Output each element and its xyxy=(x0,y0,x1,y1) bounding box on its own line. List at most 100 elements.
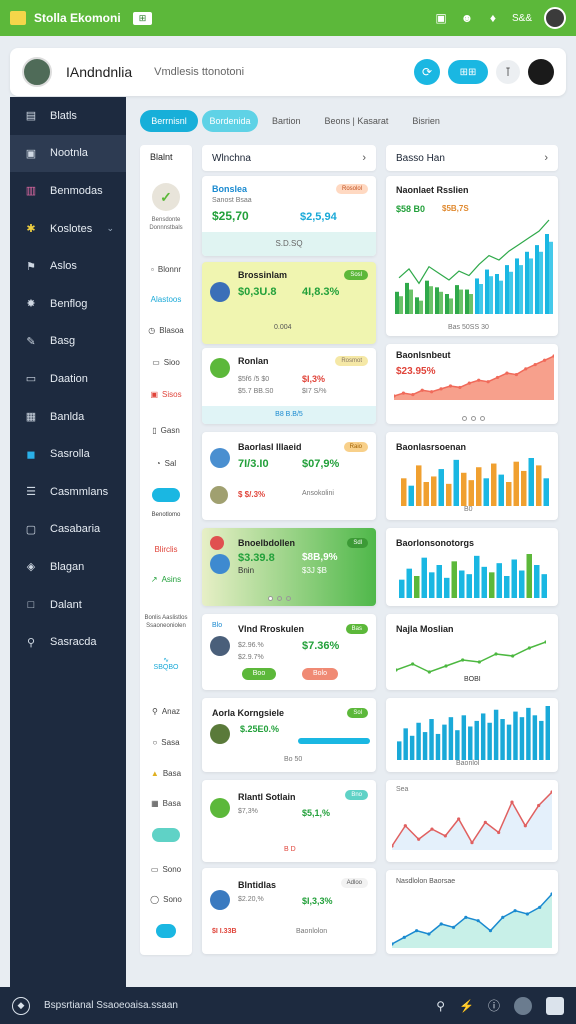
user-avatar[interactable] xyxy=(544,7,566,29)
stat-card[interactable]: Blo Vlnd Rroskulen Bas $2.96.% $7.36% $2… xyxy=(202,614,376,690)
home-icon[interactable]: ◆ xyxy=(12,996,30,1015)
right-header-label: Basso Han xyxy=(396,152,445,164)
bar xyxy=(521,470,527,506)
left-item[interactable]: ▫ Blonnr xyxy=(140,263,192,275)
profile-avatar[interactable] xyxy=(22,57,52,87)
chart-card[interactable]: Baonlol xyxy=(386,698,558,772)
sidebar-item[interactable]: □ Dalant xyxy=(10,586,126,624)
screen-icon[interactable]: ▣ xyxy=(434,11,448,25)
stat-card[interactable]: Brossinlam Sosl $0,3U.8 4I,8.3% 0.004 xyxy=(202,262,376,344)
document-icon: ▤ xyxy=(25,110,37,123)
left-item[interactable]: ▣ Sisos xyxy=(140,388,192,400)
info-icon[interactable]: ⓘ xyxy=(488,997,500,1014)
tab-2[interactable]: Bartion xyxy=(262,110,311,132)
sidebar-item[interactable]: ☰ Casmmlans xyxy=(10,473,126,511)
stat-card[interactable]: Ronlan Rosmot $5f6 /5 $0 $I,3% $5.7 BB.S… xyxy=(202,348,376,424)
settings-button[interactable]: ⟳ xyxy=(414,59,440,85)
pager-dots[interactable] xyxy=(460,408,487,424)
sidebar-item[interactable]: ▣ Nootnla xyxy=(10,134,126,173)
left-item[interactable]: ◔ Sal xyxy=(140,457,192,469)
left-item[interactable]: ▲ Basa xyxy=(140,767,192,779)
chart-card[interactable]: Baonlsnbeut $23.95% xyxy=(386,344,558,424)
left-item[interactable]: ▦ Basa xyxy=(140,797,192,809)
tab-3[interactable]: Beons | Kasarat xyxy=(315,110,399,132)
page-header: IAndndnlia Vmdlesis ttonotoni ⟳ ⊞⊞ ⊺ xyxy=(10,48,566,96)
sidebar-item[interactable]: ✱ Koslotes ⌄ xyxy=(10,210,126,248)
list-icon: ☰ xyxy=(26,486,36,499)
grid-button[interactable]: ⊞⊞ xyxy=(448,60,488,84)
left-item[interactable]: ↗ Asins xyxy=(140,573,192,585)
chart-card[interactable]: Sea xyxy=(386,780,558,862)
tab-0[interactable]: Berrnisnl xyxy=(140,110,198,132)
left-item[interactable]: ◷ Blasoa xyxy=(140,324,192,336)
stat-card[interactable]: Baorlasl Illaeid Raio 7I/3.I0 $07,9% $ $… xyxy=(202,432,376,520)
sidebar-item[interactable]: ▭ Daation xyxy=(10,360,126,398)
calendar-icon: ▦ xyxy=(25,411,37,424)
sidebar-item[interactable]: ▤ Blatls xyxy=(10,97,126,135)
bolt-icon[interactable]: ⚡ xyxy=(459,999,474,1013)
chart-card[interactable]: Naonlaet Rsslien $58 B0 $5B,7S Bas 50SS … xyxy=(386,176,558,336)
card-title: Ronlan xyxy=(238,356,269,366)
action-pill[interactable]: Bolo xyxy=(302,668,338,680)
left-item[interactable]: ⚲ Anaz xyxy=(140,705,192,717)
stat-card[interactable]: Bnoelbdollen Sdl $3.39.8 $8B,9% Bnin $3J… xyxy=(202,528,376,606)
bar xyxy=(534,565,540,598)
sidebar-item[interactable]: ◈ Blagan xyxy=(10,548,126,586)
bottom-bar: ◆ Bspsrtianal Ssaoeoaisa.ssaan ⚲ ⚡ ⓘ xyxy=(0,987,576,1024)
photo-icon xyxy=(210,486,228,504)
tab-1[interactable]: Bordenida xyxy=(202,110,258,132)
sidebar-item[interactable]: ⚲ Sasracda xyxy=(10,623,126,661)
tab-4[interactable]: Bisrien xyxy=(402,110,450,132)
sidebar-item[interactable]: ▢ Casabaria xyxy=(10,511,126,549)
toggle-pill[interactable] xyxy=(152,828,180,842)
window-button[interactable] xyxy=(546,996,564,1015)
bar xyxy=(539,720,544,760)
chart-card[interactable]: Baorlonsonotorgs xyxy=(386,528,558,606)
bell-icon[interactable]: ♦ xyxy=(486,11,500,25)
toggle-pill[interactable] xyxy=(152,488,180,502)
pin-button[interactable]: ⊺ xyxy=(496,60,520,84)
mid-column-header[interactable]: Wlnchna › xyxy=(202,145,376,171)
chart-card[interactable]: Najla Moslian BOBI xyxy=(386,614,558,690)
right-column-header[interactable]: Basso Han › xyxy=(386,145,558,171)
pager-dots[interactable] xyxy=(266,588,293,606)
search-icon[interactable]: ⚲ xyxy=(436,999,445,1013)
bar xyxy=(408,485,414,506)
left-item[interactable]: ▭ Sono xyxy=(140,863,192,875)
sidebar-item[interactable]: ◼ Sasrolla xyxy=(10,435,126,473)
stat-card[interactable]: Bonslea Rosolol Sanost Bsaa $25,70 $2,5,… xyxy=(202,176,376,256)
left-item[interactable]: ◯ Sono xyxy=(140,893,192,905)
stat-card[interactable]: Blntidlas Adloo $2.20,% $I,3,3% $I I.33B… xyxy=(202,868,376,954)
point xyxy=(451,925,456,929)
left-item[interactable]: Blirclis xyxy=(140,543,192,555)
person-icon[interactable]: ☻ xyxy=(460,11,474,25)
left-item[interactable]: Alastoos xyxy=(140,293,192,305)
bottom-avatar[interactable] xyxy=(514,996,532,1015)
left-item[interactable]: ∿ SBQBO xyxy=(140,651,192,675)
bar xyxy=(535,245,539,314)
sidebar-item[interactable]: ✎ Basg xyxy=(10,323,126,361)
topbar-badge[interactable]: ⊞ xyxy=(132,11,153,25)
chart-card[interactable]: Baonlasrsoenan B0 xyxy=(386,432,558,520)
card-title: Vlnd Rroskulen xyxy=(238,624,305,634)
sidebar-item[interactable]: ▥ Benmodas xyxy=(10,172,126,210)
account-avatar[interactable] xyxy=(528,59,554,85)
left-item-label: Sono xyxy=(163,894,182,904)
sidebar-item[interactable]: ⚑ Aslos xyxy=(10,247,126,285)
sidebar-item[interactable]: ▦ Banlda xyxy=(10,398,126,436)
stat-card[interactable]: Rlantl Sotlain Bno $7,3% $5,1,% B D xyxy=(202,780,376,862)
left-item[interactable]: ▯ Gasn xyxy=(140,424,192,436)
status-text: S&& xyxy=(511,12,532,24)
card-footer: Baonlolon xyxy=(296,928,328,935)
bar xyxy=(409,289,413,314)
stat-card[interactable]: Aorla Korngsiele Sol $.25E0.% Bo 50 xyxy=(202,698,376,772)
bar xyxy=(438,469,444,506)
sidebar-item[interactable]: ✸ Benflog xyxy=(10,285,126,323)
card-title: Aorla Korngsiele xyxy=(212,708,285,718)
left-item[interactable]: ○ Sasa xyxy=(140,736,192,748)
chart-title: Baonlasrsoenan xyxy=(396,442,467,452)
action-pill[interactable]: Boo xyxy=(242,668,276,680)
chart-card[interactable]: Nasdlolon Baorsae xyxy=(386,870,558,954)
left-item[interactable]: ▭ Sioo xyxy=(140,356,192,368)
toggle-pill[interactable] xyxy=(156,924,176,938)
